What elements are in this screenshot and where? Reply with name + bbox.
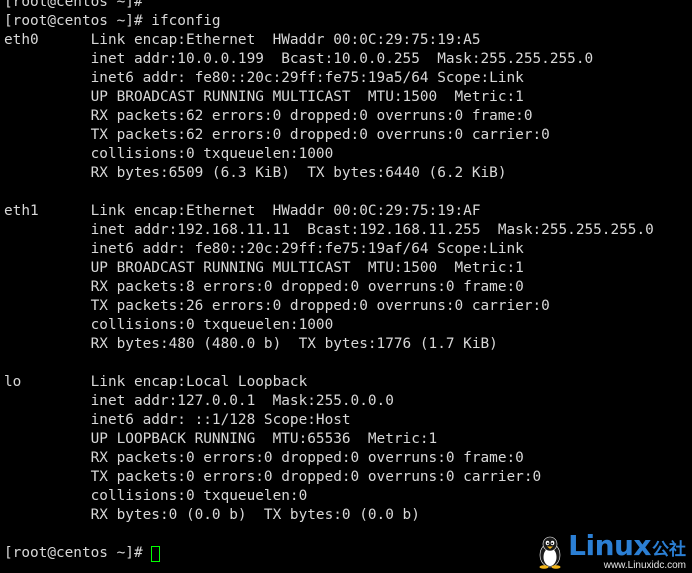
terminal-line: UP LOOPBACK RUNNING MTU:65536 Metric:1 — [4, 431, 438, 447]
terminal-line: inet addr:192.168.11.11 Bcast:192.168.11… — [4, 222, 654, 238]
watermark-brand: Linux 公社 — [568, 532, 686, 560]
terminal-line: inet6 addr: fe80::20c:29ff:fe75:19a5/64 … — [4, 70, 524, 86]
watermark-brand-cn: 公社 — [652, 540, 686, 560]
terminal-line: [root@centos ~]# ifconfig — [4, 13, 221, 29]
terminal-line: TX packets:62 errors:0 dropped:0 overrun… — [4, 127, 550, 143]
tux-penguin-icon — [539, 536, 561, 569]
terminal-line: RX bytes:480 (480.0 b) TX bytes:1776 (1.… — [4, 336, 498, 352]
watermark-brand-linux: Linux — [568, 529, 651, 562]
terminal-line: TX packets:26 errors:0 dropped:0 overrun… — [4, 298, 550, 314]
watermark-text: Linux 公社 www.Linuxidc.com — [568, 532, 686, 571]
terminal-line: collisions:0 txqueuelen:1000 — [4, 146, 334, 162]
terminal-window[interactable]: [root@centos ~]# [root@centos ~]# ifconfi… — [0, 0, 692, 566]
watermark-url: www.Linuxidc.com — [603, 560, 686, 571]
terminal-line: RX packets:8 errors:0 dropped:0 overruns… — [4, 279, 524, 295]
terminal-line: UP BROADCAST RUNNING MULTICAST MTU:1500 … — [4, 260, 524, 276]
terminal-line: collisions:0 txqueuelen:1000 — [4, 317, 334, 333]
terminal-line: inet6 addr: ::1/128 Scope:Host — [4, 412, 351, 428]
terminal-line: lo Link encap:Local Loopback — [4, 374, 308, 390]
terminal-line: TX packets:0 errors:0 dropped:0 overruns… — [4, 469, 542, 485]
terminal-line: RX bytes:0 (0.0 b) TX bytes:0 (0.0 b) — [4, 507, 420, 523]
terminal-line: UP BROADCAST RUNNING MULTICAST MTU:1500 … — [4, 89, 524, 105]
terminal-line: inet addr:10.0.0.199 Bcast:10.0.0.255 Ma… — [4, 51, 594, 67]
terminal-line: [root@centos ~]# — [4, 0, 143, 10]
terminal-line: eth1 Link encap:Ethernet HWaddr 00:0C:29… — [4, 203, 481, 219]
watermark-logo: Linux 公社 www.Linuxidc.com — [536, 532, 686, 571]
terminal-line: eth0 Link encap:Ethernet HWaddr 00:0C:29… — [4, 32, 481, 48]
terminal-line: RX packets:62 errors:0 dropped:0 overrun… — [4, 108, 533, 124]
terminal-line: inet addr:127.0.0.1 Mask:255.0.0.0 — [4, 393, 394, 409]
terminal-line: collisions:0 txqueuelen:0 — [4, 488, 308, 504]
terminal-output: [root@centos ~]# [root@centos ~]# ifconfi… — [4, 0, 692, 544]
terminal-line: inet6 addr: fe80::20c:29ff:fe75:19af/64 … — [4, 241, 524, 257]
terminal-line: RX bytes:6509 (6.3 KiB) TX bytes:6440 (6… — [4, 165, 507, 181]
terminal-prompt: [root@centos ~]# — [4, 545, 152, 561]
terminal-cursor[interactable] — [151, 545, 161, 562]
terminal-line: RX packets:0 errors:0 dropped:0 overruns… — [4, 450, 524, 466]
